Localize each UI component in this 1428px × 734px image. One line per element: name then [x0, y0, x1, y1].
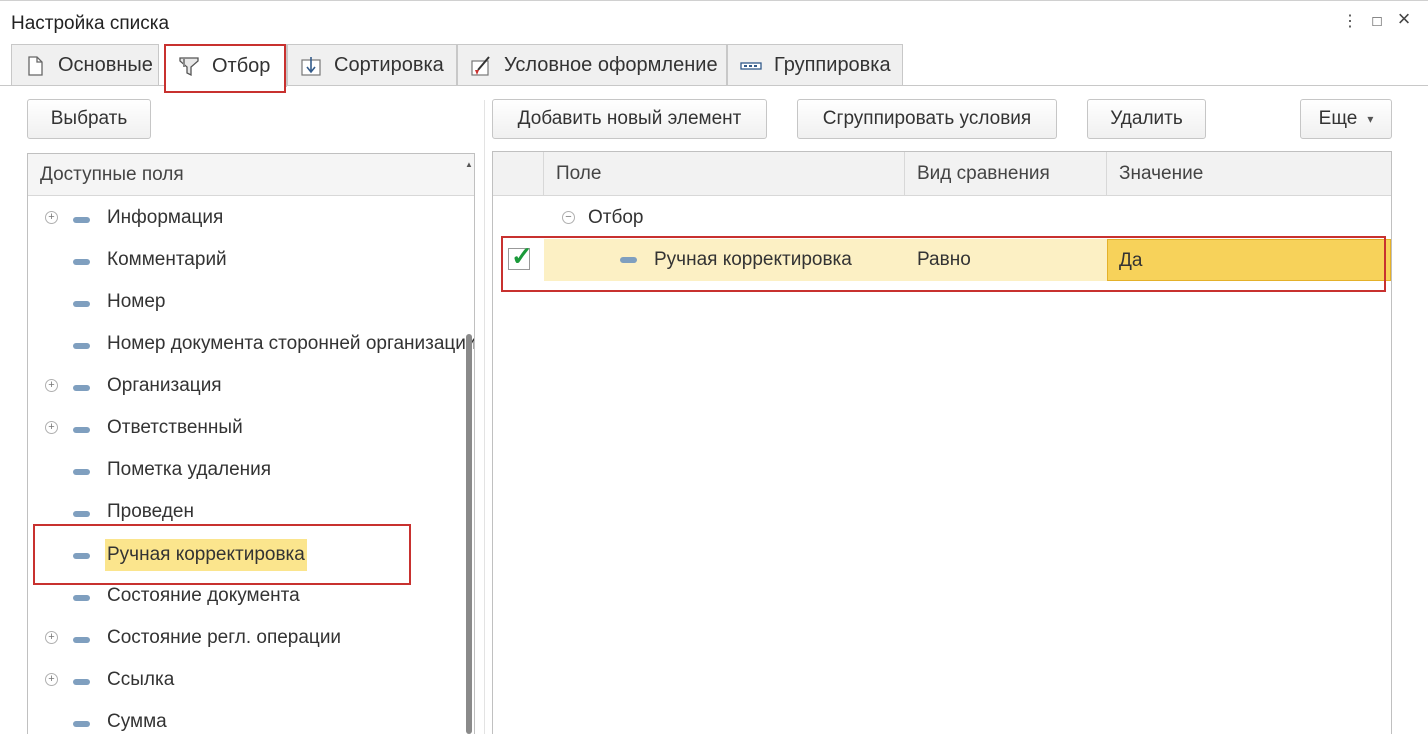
tab-label: Условное оформление [504, 54, 718, 76]
filter-group-label: Отбор [588, 207, 644, 228]
close-icon[interactable]: × [1394, 8, 1414, 30]
tab-label: Сортировка [334, 54, 444, 76]
brush-icon [471, 55, 490, 76]
filter-group-row[interactable]: − Отбор [493, 197, 1391, 239]
window-title: Настройка списка [11, 13, 170, 34]
field-dash-icon [73, 385, 90, 391]
field-dash-icon [73, 679, 90, 685]
tree-item[interactable]: Номер документа сторонней организации [28, 324, 474, 366]
more-button[interactable]: Еще ▾ [1300, 99, 1392, 139]
use-checkbox[interactable]: ✓ [508, 241, 533, 271]
tree-item[interactable]: Состояние документа [28, 576, 464, 618]
field-dash-icon [73, 427, 90, 433]
tree-item-label: Ответственный [107, 417, 243, 438]
tree-item-label: Номер документа сторонней организации [107, 333, 475, 354]
tree-item-label: Проведен [107, 501, 194, 522]
column-header-value[interactable]: Значение [1107, 152, 1391, 196]
tree-item-label: Состояние документа [107, 585, 300, 606]
tree-item-label: Ручная корректировка [105, 539, 307, 571]
field-dash-icon [73, 469, 90, 475]
tab-grouping[interactable]: Группировка [727, 44, 903, 86]
sort-icon [301, 56, 321, 76]
expand-icon[interactable]: + [45, 673, 58, 686]
tab-filter[interactable]: Отбор [165, 44, 287, 87]
available-fields-header: Доступные поля [28, 154, 474, 196]
tree-item[interactable]: + Ссылка [28, 660, 464, 702]
tree-item-label: Организация [107, 375, 222, 396]
dropdown-arrow-icon: ▾ [1367, 112, 1374, 126]
tab-bar: Основные Отбор Сортировка Условное оформ… [11, 44, 1428, 87]
tree-item[interactable]: Проведен [28, 492, 464, 534]
tree-item[interactable]: + Ответственный [28, 408, 464, 450]
group-conditions-button[interactable]: Сгруппировать условия [797, 99, 1057, 139]
tree-item[interactable]: + Организация [28, 366, 464, 408]
tree-item-label: Ссылка [107, 669, 175, 690]
column-header-comparison[interactable]: Вид сравнения [905, 152, 1107, 196]
tree-item[interactable]: Сумма [28, 702, 464, 734]
tree-item[interactable]: + Состояние регл. операции [28, 618, 464, 660]
column-header-check [493, 152, 544, 196]
select-button[interactable]: Выбрать [27, 99, 151, 139]
expand-icon[interactable]: + [45, 421, 58, 434]
filter-icon [179, 57, 199, 77]
value-cell[interactable]: Да [1107, 239, 1391, 281]
filter-table: Поле Вид сравнения Значение − Отбор Ручн… [492, 151, 1392, 734]
field-dash-icon [73, 595, 90, 601]
tab-label: Группировка [774, 54, 891, 76]
tab-label: Отбор [212, 54, 271, 77]
field-dash-icon [620, 257, 637, 263]
grouping-icon [740, 61, 762, 70]
delete-button[interactable]: Удалить [1087, 99, 1206, 139]
tree-item-label: Состояние регл. операции [107, 627, 342, 648]
field-dash-icon [73, 637, 90, 643]
tab-general[interactable]: Основные [11, 44, 159, 86]
scrollbar-thumb[interactable] [466, 334, 472, 734]
add-new-element-button[interactable]: Добавить новый элемент [492, 99, 767, 139]
tree-item-label: Сумма [107, 711, 167, 732]
field-dash-icon [73, 259, 90, 265]
tree-item[interactable]: + Информация [28, 198, 464, 240]
field-cell[interactable]: Ручная корректировка [544, 239, 905, 281]
collapse-icon[interactable]: − [562, 211, 575, 224]
available-fields-tree: Доступные поля + Информация Комментарий Ном… [27, 153, 475, 734]
more-menu-icon[interactable]: ⋮ [1340, 11, 1360, 33]
comparison-cell[interactable]: Равно [905, 239, 1107, 281]
field-dash-icon [73, 721, 90, 727]
tree-item-label: Номер [107, 291, 166, 312]
field-dash-icon [73, 217, 90, 223]
panel-divider[interactable] [484, 100, 485, 734]
tree-item[interactable]: Пометка удаления [28, 450, 464, 492]
tree-item[interactable]: Ручная корректировка [28, 534, 464, 576]
expand-icon[interactable]: + [45, 379, 58, 392]
filter-table-header: Поле Вид сравнения Значение [493, 152, 1391, 196]
expand-icon[interactable]: + [45, 631, 58, 644]
tree-item[interactable]: Комментарий [28, 240, 464, 282]
checkmark-icon: ✓ [511, 241, 533, 271]
document-icon [28, 55, 43, 76]
tree-item-label: Комментарий [107, 249, 227, 270]
more-button-label: Еще [1318, 108, 1358, 129]
tab-sorting[interactable]: Сортировка [287, 44, 457, 86]
field-dash-icon [73, 343, 90, 349]
expand-icon[interactable]: + [45, 211, 58, 224]
tab-conditional-format[interactable]: Условное оформление [457, 44, 727, 86]
window-titlebar: Настройка списка ⋮ □ × [0, 0, 1428, 42]
tree-item-label: Информация [107, 207, 224, 228]
table-row[interactable]: Ручная корректировка Равно Да [493, 239, 1391, 281]
field-dash-icon [73, 301, 90, 307]
tree-item[interactable]: Номер [28, 282, 464, 324]
maximize-icon[interactable]: □ [1367, 11, 1387, 33]
column-header-field[interactable]: Поле [544, 152, 905, 196]
tab-label: Основные [58, 54, 153, 76]
field-dash-icon [73, 511, 90, 517]
field-name: Ручная корректировка [654, 249, 852, 270]
tree-item-label: Пометка удаления [107, 459, 272, 480]
field-dash-icon [73, 553, 90, 559]
scroll-up-arrow-icon[interactable]: ▲ [465, 160, 473, 169]
